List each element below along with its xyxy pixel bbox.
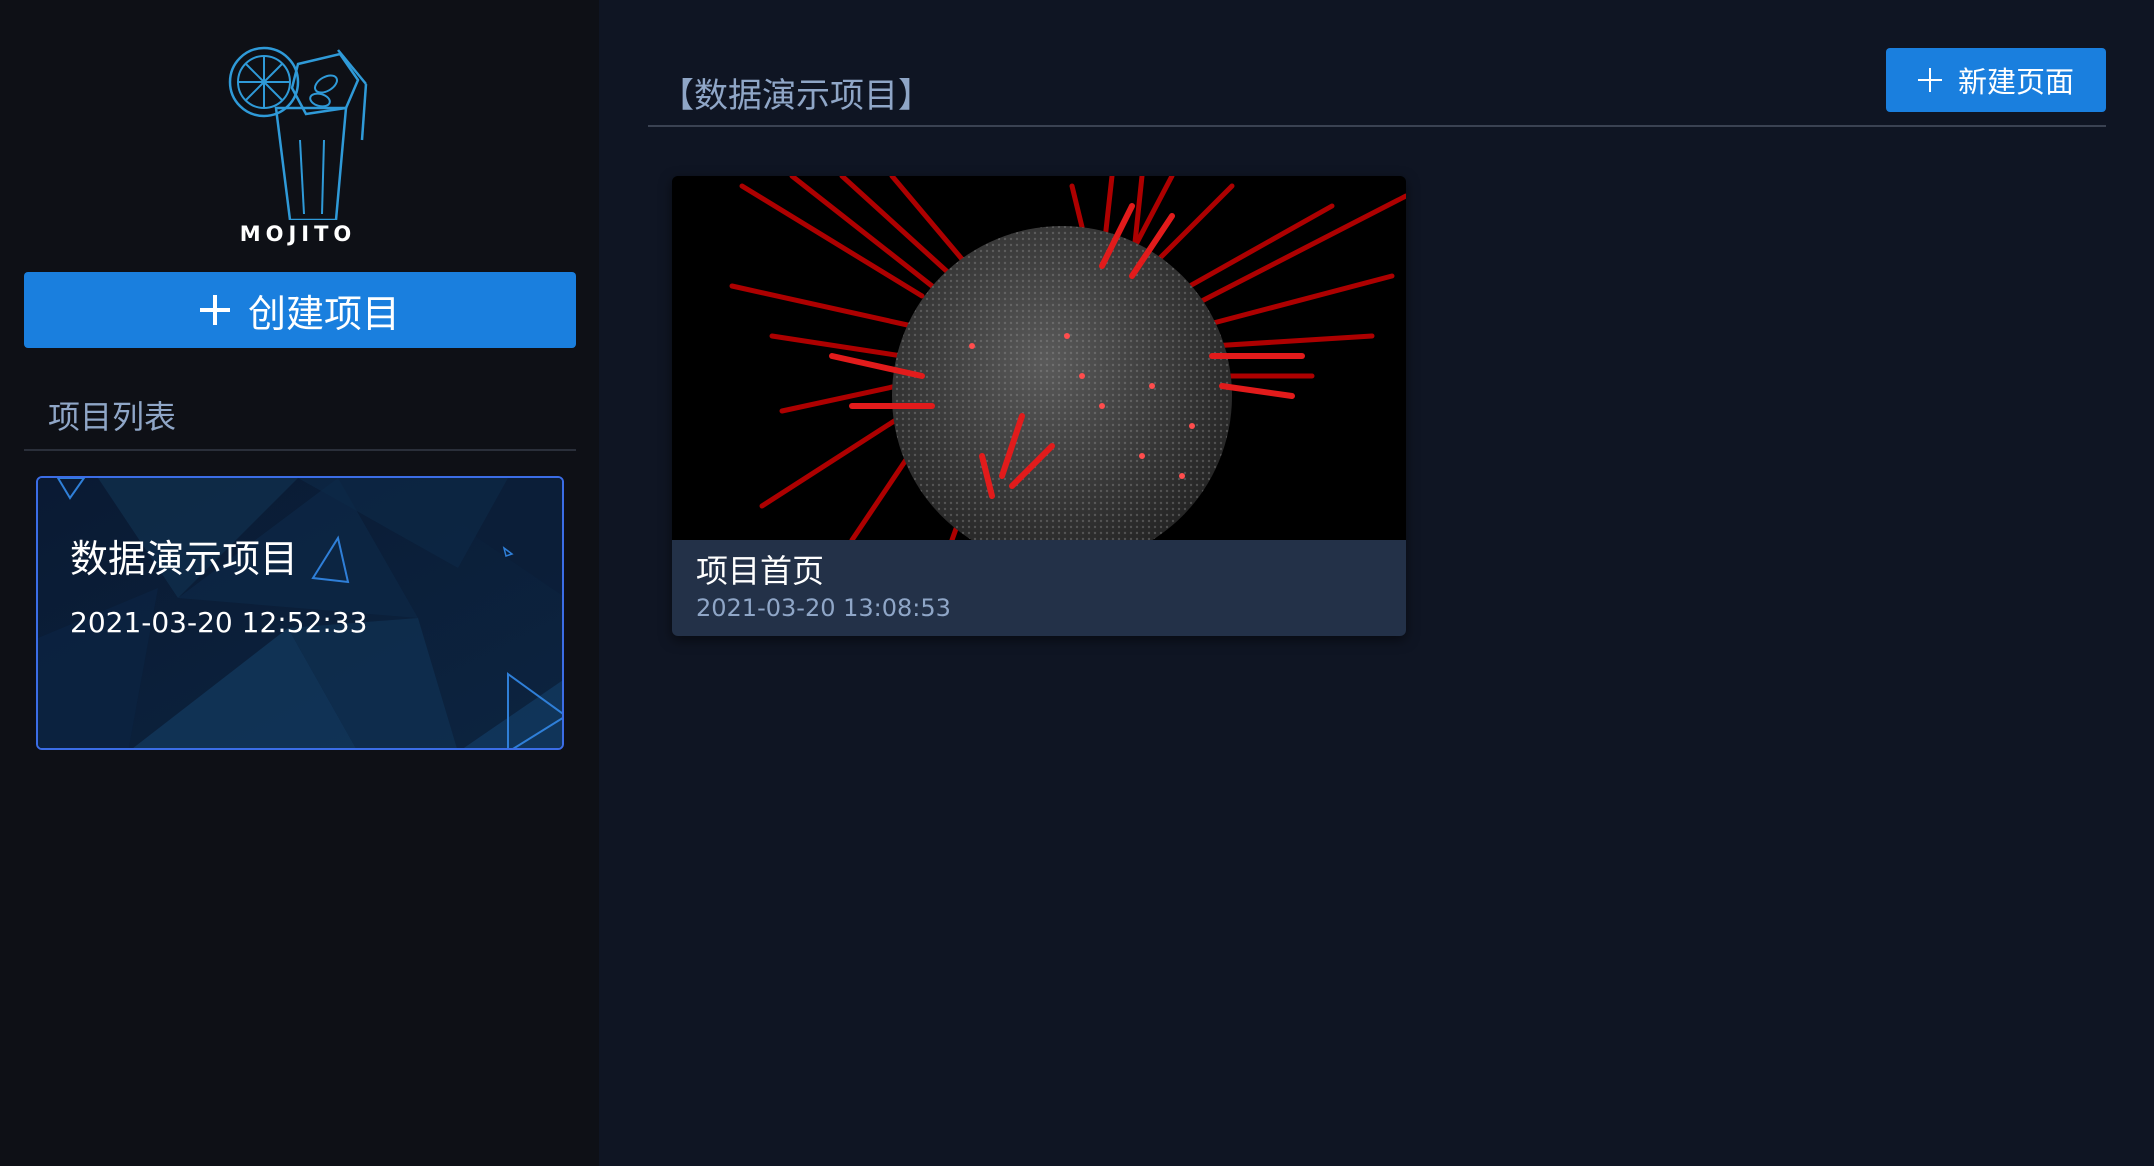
divider <box>24 449 576 451</box>
create-project-button[interactable]: 创建项目 <box>24 272 576 348</box>
app: MOJITO 创建项目 项目列表 数据演示项目 2021-03-20 12:52… <box>0 0 2154 1166</box>
page-title: 【数据演示项目】 <box>660 76 932 116</box>
page-thumbnail <box>672 176 1406 566</box>
new-page-button[interactable]: 新建页面 <box>1886 48 2106 112</box>
sidebar: MOJITO 创建项目 项目列表 数据演示项目 2021-03-20 12:52… <box>0 0 599 1166</box>
project-card[interactable]: 数据演示项目 2021-03-20 12:52:33 <box>36 476 564 750</box>
divider <box>648 125 2106 127</box>
plus-icon <box>199 295 230 325</box>
page-card[interactable]: 项目首页 2021-03-20 13:08:53 <box>672 176 1406 636</box>
earth-globe-image <box>672 176 1406 566</box>
page-name: 项目首页 <box>696 552 825 590</box>
create-project-label: 创建项目 <box>247 291 400 336</box>
new-page-label: 新建页面 <box>1957 65 2074 99</box>
project-name: 数据演示项目 <box>70 537 299 581</box>
page-updated-time: 2021-03-20 13:08:53 <box>696 594 951 622</box>
mojito-logo: MOJITO <box>218 44 378 254</box>
logo-wordmark: MOJITO <box>239 222 357 246</box>
plus-icon <box>1917 68 1942 92</box>
project-created-time: 2021-03-20 12:52:33 <box>70 606 368 639</box>
project-list-title: 项目列表 <box>48 398 177 436</box>
mojito-glass-icon <box>228 46 368 220</box>
